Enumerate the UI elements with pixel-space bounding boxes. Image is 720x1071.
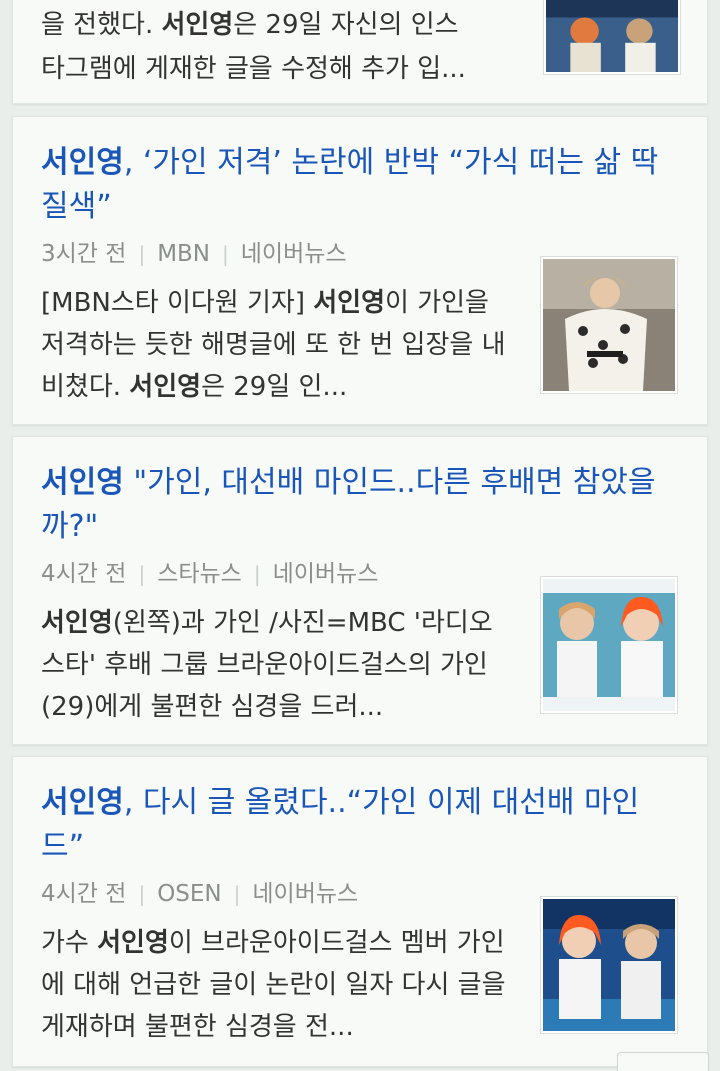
article-meta: 4시간 전 | OSEN | 네이버뉴스 — [41, 878, 358, 910]
naver-news-link[interactable]: 네이버뉴스 — [241, 241, 347, 267]
divider: | — [253, 562, 261, 586]
article-thumbnail[interactable] — [540, 256, 678, 394]
article-title[interactable]: 서인영, ‘가인 저격’ 논란에 반박 “가식 떠는 삶 딱 질색” — [41, 141, 679, 229]
keyword-highlight: 서인영 — [41, 608, 113, 638]
article-meta: 4시간 전 | 스타뉴스 | 네이버뉴스 — [41, 558, 378, 590]
naver-news-link[interactable]: 네이버뉴스 — [273, 561, 379, 587]
article-thumbnail[interactable] — [540, 896, 678, 1034]
article-snippet: 서인영(왼쪽)과 가인 /사진=MBC '라디오스타' 후배 그룹 브라운아이드… — [41, 608, 493, 722]
article-snippet: 을 전했다. 서인영은 29일 자신의 인스 타그램에 게재한 글을 수정해 추… — [41, 10, 466, 84]
article-time: 3시간 전 — [41, 241, 127, 267]
keyword-highlight: 서인영 — [41, 465, 124, 500]
keyword-highlight: 서인영 — [129, 372, 202, 402]
divider: | — [138, 242, 146, 266]
article-thumbnail[interactable] — [543, 0, 681, 75]
keyword-highlight: 서인영 — [41, 145, 124, 180]
article-title[interactable]: 서인영 "가인, 대선배 마인드..다른 후배면 참았을까?" — [41, 461, 679, 549]
article-time: 4시간 전 — [41, 561, 127, 587]
article-time: 4시간 전 — [41, 881, 127, 907]
article-press[interactable]: 스타뉴스 — [157, 561, 242, 587]
article-snippet: 가수 서인영이 브라운아이드걸스 멤버 가인에 대해 언급한 글이 논란이 일자… — [41, 928, 506, 1042]
keyword-highlight: 서인영 — [97, 928, 169, 958]
keyword-highlight: 서인영 — [161, 10, 234, 40]
article-title[interactable]: 서인영, 다시 글 올렸다..“가인 이제 대선배 마인드” — [41, 781, 679, 869]
news-card[interactable]: 을 전했다. 서인영은 29일 자신의 인스 타그램에 게재한 글을 수정해 추… — [12, 0, 708, 104]
article-snippet: [MBN스타 이다원 기자] 서인영이 가인을 저격하는 듯한 해명글에 또 한… — [41, 288, 506, 402]
divider: | — [138, 562, 146, 586]
divider: | — [222, 242, 229, 266]
naver-news-link[interactable]: 네이버뉴스 — [252, 881, 358, 907]
divider: | — [233, 882, 241, 906]
keyword-highlight: 서인영 — [313, 288, 386, 318]
news-card[interactable]: 서인영 "가인, 대선배 마인드..다른 후배면 참았을까?" 4시간 전 | 스타… — [12, 436, 708, 745]
news-card[interactable]: 서인영, ‘가인 저격’ 논란에 반박 “가식 떠는 삶 딱 질색” 3시간 전… — [12, 116, 708, 425]
article-press[interactable]: OSEN — [157, 881, 221, 907]
keyword-highlight: 서인영 — [41, 785, 124, 820]
divider: | — [138, 882, 146, 906]
article-press[interactable]: MBN — [157, 241, 210, 267]
article-meta: 3시간 전 | MBN | 네이버뉴스 — [41, 238, 347, 270]
more-button[interactable] — [617, 1052, 709, 1071]
news-card[interactable]: 서인영, 다시 글 올렸다..“가인 이제 대선배 마인드” 4시간 전 | OSE… — [12, 756, 708, 1067]
article-thumbnail[interactable] — [540, 576, 678, 714]
